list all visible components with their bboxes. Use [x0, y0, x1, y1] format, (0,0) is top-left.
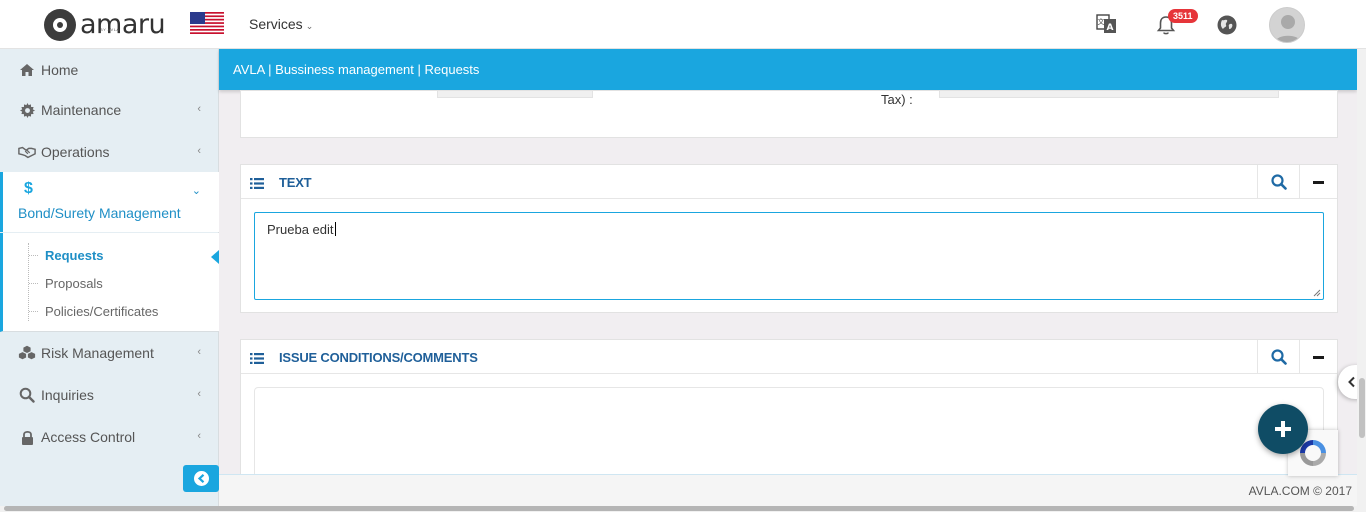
- list-icon: [250, 176, 264, 194]
- handshake-icon: [18, 145, 36, 159]
- cubes-icon: [18, 345, 36, 361]
- panel-collapse-button[interactable]: [1299, 340, 1337, 374]
- svg-text:文: 文: [1098, 17, 1105, 26]
- copyright-text: AVLA.COM © 2017: [1248, 484, 1352, 498]
- services-label: Services: [249, 16, 303, 32]
- tax-label: Tax) :: [881, 92, 913, 107]
- logo-subtitle: BY AVLA: [100, 27, 120, 32]
- panel-title: ISSUE CONDITIONS/COMMENTS: [279, 350, 478, 365]
- collapse-sidebar-button[interactable]: [183, 465, 219, 492]
- breadcrumb: AVLA | Bussiness management | Requests: [233, 62, 480, 77]
- panel-search-button[interactable]: [1257, 340, 1299, 374]
- arrow-left-circle-icon: [193, 471, 209, 486]
- dollar-icon: $: [24, 180, 33, 197]
- chevron-left-icon: ‹: [197, 430, 201, 442]
- sidebar-item-home[interactable]: Home: [0, 49, 219, 91]
- chevron-down-icon: ⌄: [191, 185, 201, 197]
- submenu-tick: [29, 255, 38, 256]
- footer: AVLA.COM © 2017: [219, 474, 1357, 506]
- gear-icon: [18, 102, 36, 118]
- vertical-scrollbar-thumb[interactable]: [1359, 378, 1365, 438]
- sidebar-item-label: Maintenance: [41, 102, 122, 118]
- minus-icon: [1313, 355, 1324, 359]
- chevron-left-icon: ‹: [197, 388, 201, 400]
- sidebar-item-label: Operations: [41, 144, 110, 160]
- sidebar-item-maintenance[interactable]: Maintenance ‹: [0, 89, 219, 131]
- minus-icon: [1313, 180, 1324, 184]
- sidebar-item-label: Bond/Surety Management: [18, 205, 181, 221]
- notification-badge: 3511: [1168, 9, 1198, 23]
- horizontal-scrollbar-thumb[interactable]: [4, 506, 1354, 511]
- sidebar-item-label: Home: [41, 62, 79, 78]
- text-cursor: [334, 222, 336, 236]
- sidebar-item-risk-management[interactable]: Risk Management ‹: [0, 332, 219, 374]
- submenu-tick: [29, 311, 38, 312]
- resize-grip-icon[interactable]: [1313, 289, 1321, 297]
- list-icon: [250, 351, 264, 369]
- globe-icon[interactable]: [1216, 14, 1240, 38]
- svg-text:A: A: [1107, 23, 1114, 33]
- form-panel-partial: Tax) :: [240, 90, 1338, 138]
- logo-text: amaru: [80, 9, 166, 40]
- search-icon: [18, 387, 36, 403]
- issue-conditions-textarea[interactable]: [254, 387, 1324, 487]
- submenu-item-policies[interactable]: Policies/Certificates: [29, 304, 159, 319]
- issue-conditions-panel: ISSUE CONDITIONS/COMMENTS: [240, 339, 1338, 487]
- user-avatar[interactable]: [1269, 7, 1305, 43]
- submenu-item-proposals[interactable]: Proposals: [29, 276, 103, 291]
- text-panel: TEXT Prueba edit: [240, 164, 1338, 313]
- panel-collapse-button[interactable]: [1299, 165, 1337, 199]
- chevron-left-icon: ‹: [197, 346, 201, 358]
- sidebar: Home Maintenance ‹ Operations ‹ $ Bond/S…: [0, 49, 219, 506]
- submenu-tick: [29, 283, 38, 284]
- chevron-down-icon: ⌄: [305, 21, 314, 31]
- text-textarea[interactable]: Prueba edit: [254, 212, 1324, 300]
- logo[interactable]: amaru: [44, 9, 166, 41]
- panel-header: ISSUE CONDITIONS/COMMENTS: [241, 340, 1337, 374]
- partial-tax-field[interactable]: [939, 91, 1279, 98]
- logo-mark-icon: [44, 9, 76, 41]
- plus-icon: [1275, 421, 1291, 437]
- panel-header: TEXT: [241, 165, 1337, 199]
- search-icon: [1270, 174, 1287, 190]
- submenu-item-requests[interactable]: Requests: [29, 248, 104, 263]
- top-bar: amaru BY AVLA Services ⌄ A 文 3511: [0, 0, 1366, 49]
- add-floating-button[interactable]: [1258, 404, 1308, 454]
- translate-icon[interactable]: A 文: [1095, 12, 1119, 36]
- lock-icon: [18, 430, 36, 445]
- sidebar-item-label: Access Control: [41, 429, 136, 445]
- sidebar-item-label: Risk Management: [41, 345, 154, 361]
- chevron-left-icon: [1348, 376, 1355, 388]
- sidebar-item-operations[interactable]: Operations ‹: [0, 131, 219, 173]
- sidebar-item-inquiries[interactable]: Inquiries ‹: [0, 374, 219, 416]
- us-flag-icon[interactable]: [190, 12, 224, 34]
- sidebar-item-bond-surety[interactable]: $ Bond/Surety Management ⌄: [0, 172, 219, 232]
- home-icon: [18, 63, 36, 77]
- bond-surety-submenu: Requests Proposals Policies/Certificates: [0, 233, 219, 332]
- search-icon: [1270, 349, 1287, 365]
- textarea-value: Prueba edit: [267, 222, 334, 237]
- panel-title: TEXT: [279, 175, 312, 190]
- sidebar-item-access-control[interactable]: Access Control ‹: [0, 416, 219, 458]
- panel-search-button[interactable]: [1257, 165, 1299, 199]
- active-indicator-arrow: [211, 250, 219, 264]
- services-menu[interactable]: Services ⌄: [249, 16, 313, 32]
- chevron-left-icon: ‹: [197, 145, 201, 157]
- chevron-left-icon: ‹: [197, 103, 201, 115]
- sidebar-item-label: Inquiries: [41, 387, 94, 403]
- submenu-item-label: Proposals: [45, 276, 103, 291]
- partial-input-field[interactable]: [437, 91, 593, 98]
- submenu-item-label: Policies/Certificates: [45, 304, 159, 319]
- submenu-item-label: Requests: [45, 248, 104, 263]
- breadcrumb-bar: AVLA | Bussiness management | Requests: [219, 49, 1357, 90]
